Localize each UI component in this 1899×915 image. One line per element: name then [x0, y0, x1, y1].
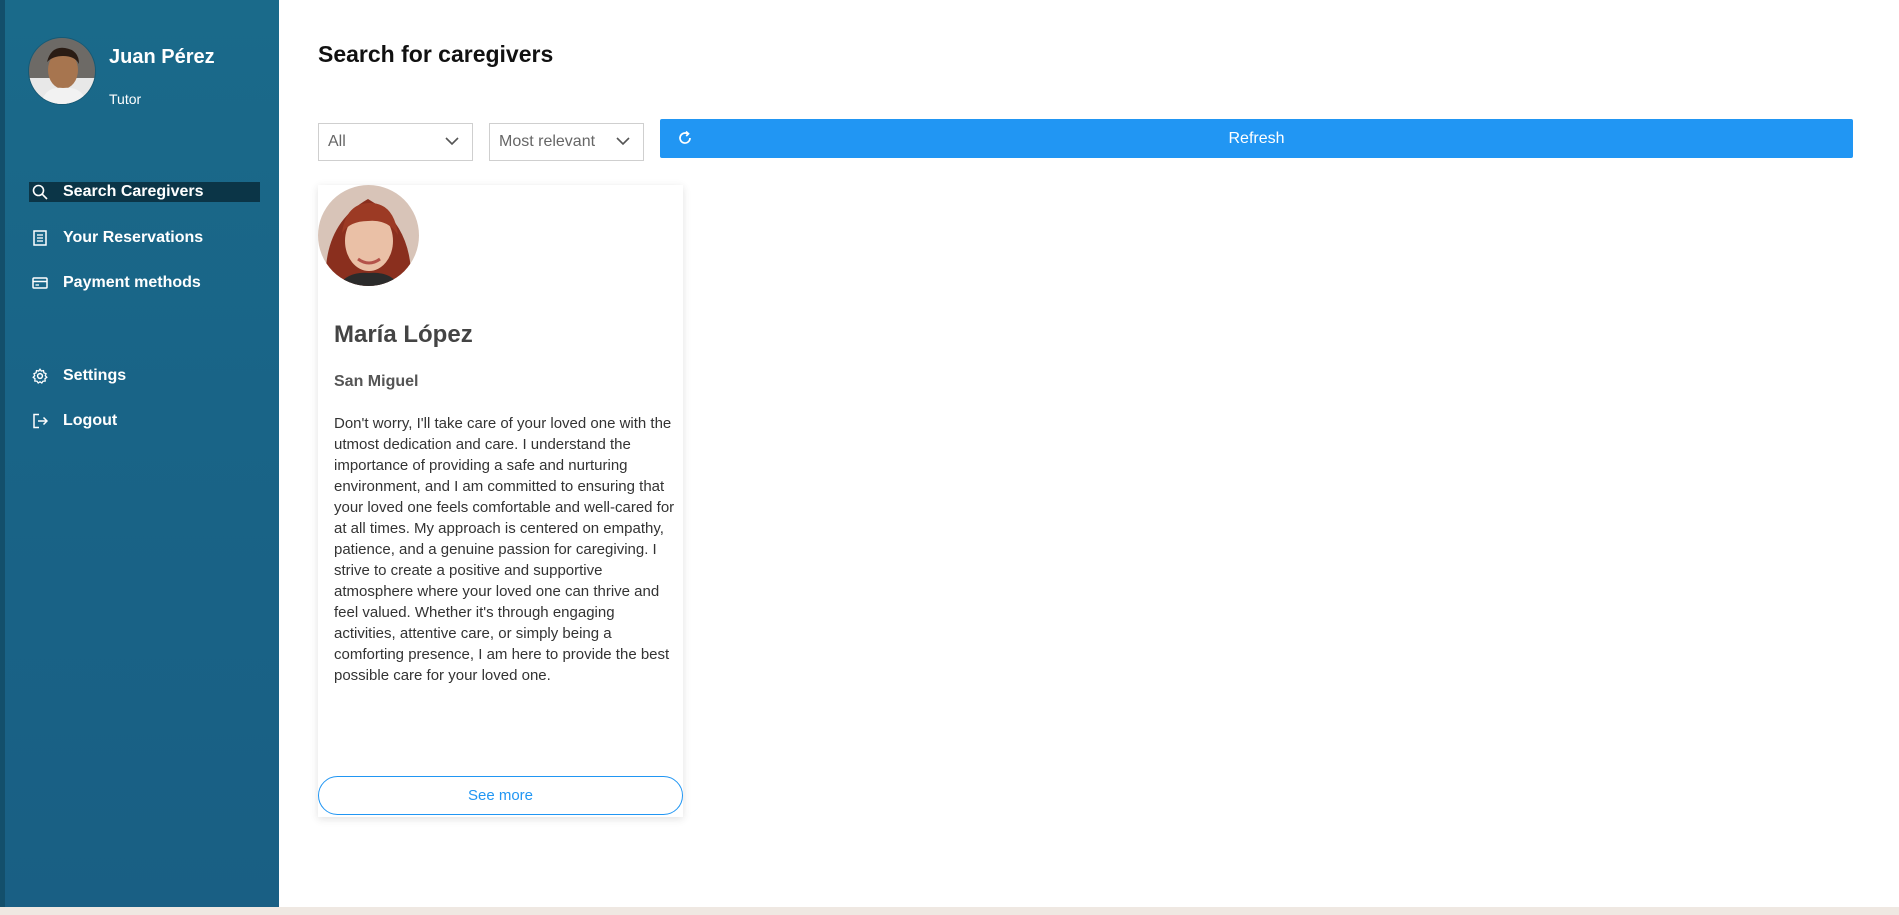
user-role: Tutor [109, 91, 142, 107]
sidebar-item-payment-methods[interactable]: Payment methods [29, 271, 260, 295]
sort-select[interactable]: Most relevant [489, 123, 644, 161]
category-filter-value: All [328, 133, 346, 150]
credit-card-icon [29, 272, 51, 294]
sidebar-item-label: Settings [63, 367, 127, 384]
refresh-label: Refresh [1228, 129, 1285, 147]
caregiver-description: Don't worry, I'll take care of your love… [334, 415, 675, 684]
sidebar-item-settings[interactable]: Settings [29, 364, 260, 388]
refresh-icon [676, 129, 694, 152]
sidebar-item-your-reservations[interactable]: Your Reservations [29, 226, 260, 250]
chevron-down-icon [615, 133, 631, 154]
sidebar-item-search-caregivers[interactable]: Search Caregivers [29, 182, 260, 202]
sort-value: Most relevant [499, 133, 596, 150]
caregiver-card: María López San Miguel Don't worry, I'll… [318, 185, 683, 817]
sidebar-item-logout[interactable]: Logout [29, 409, 260, 433]
user-avatar [29, 38, 95, 104]
document-icon [29, 227, 51, 249]
gear-icon [29, 365, 51, 387]
user-name: Juan Pérez [109, 46, 215, 68]
sidebar-item-label: Search Caregivers [63, 183, 204, 200]
chevron-down-icon [444, 133, 460, 154]
sidebar-item-label: Payment methods [63, 274, 201, 291]
category-filter-select[interactable]: All [318, 123, 473, 161]
sidebar-item-label: Your Reservations [63, 229, 204, 246]
caregiver-photo [318, 185, 419, 286]
user-profile: Juan Pérez Tutor [29, 38, 215, 107]
search-icon [29, 181, 51, 203]
logout-icon [29, 410, 51, 432]
caregiver-location: San Miguel [334, 373, 419, 390]
refresh-button[interactable]: Refresh [660, 119, 1853, 158]
page-title: Search for caregivers [318, 41, 554, 67]
caregiver-name: María López [334, 321, 473, 348]
sidebar-item-label: Logout [63, 412, 118, 429]
sidebar: Juan Pérez Tutor Search Caregivers Your … [0, 0, 279, 907]
bottom-strip [0, 907, 1899, 915]
see-more-button[interactable]: See more [318, 776, 683, 815]
